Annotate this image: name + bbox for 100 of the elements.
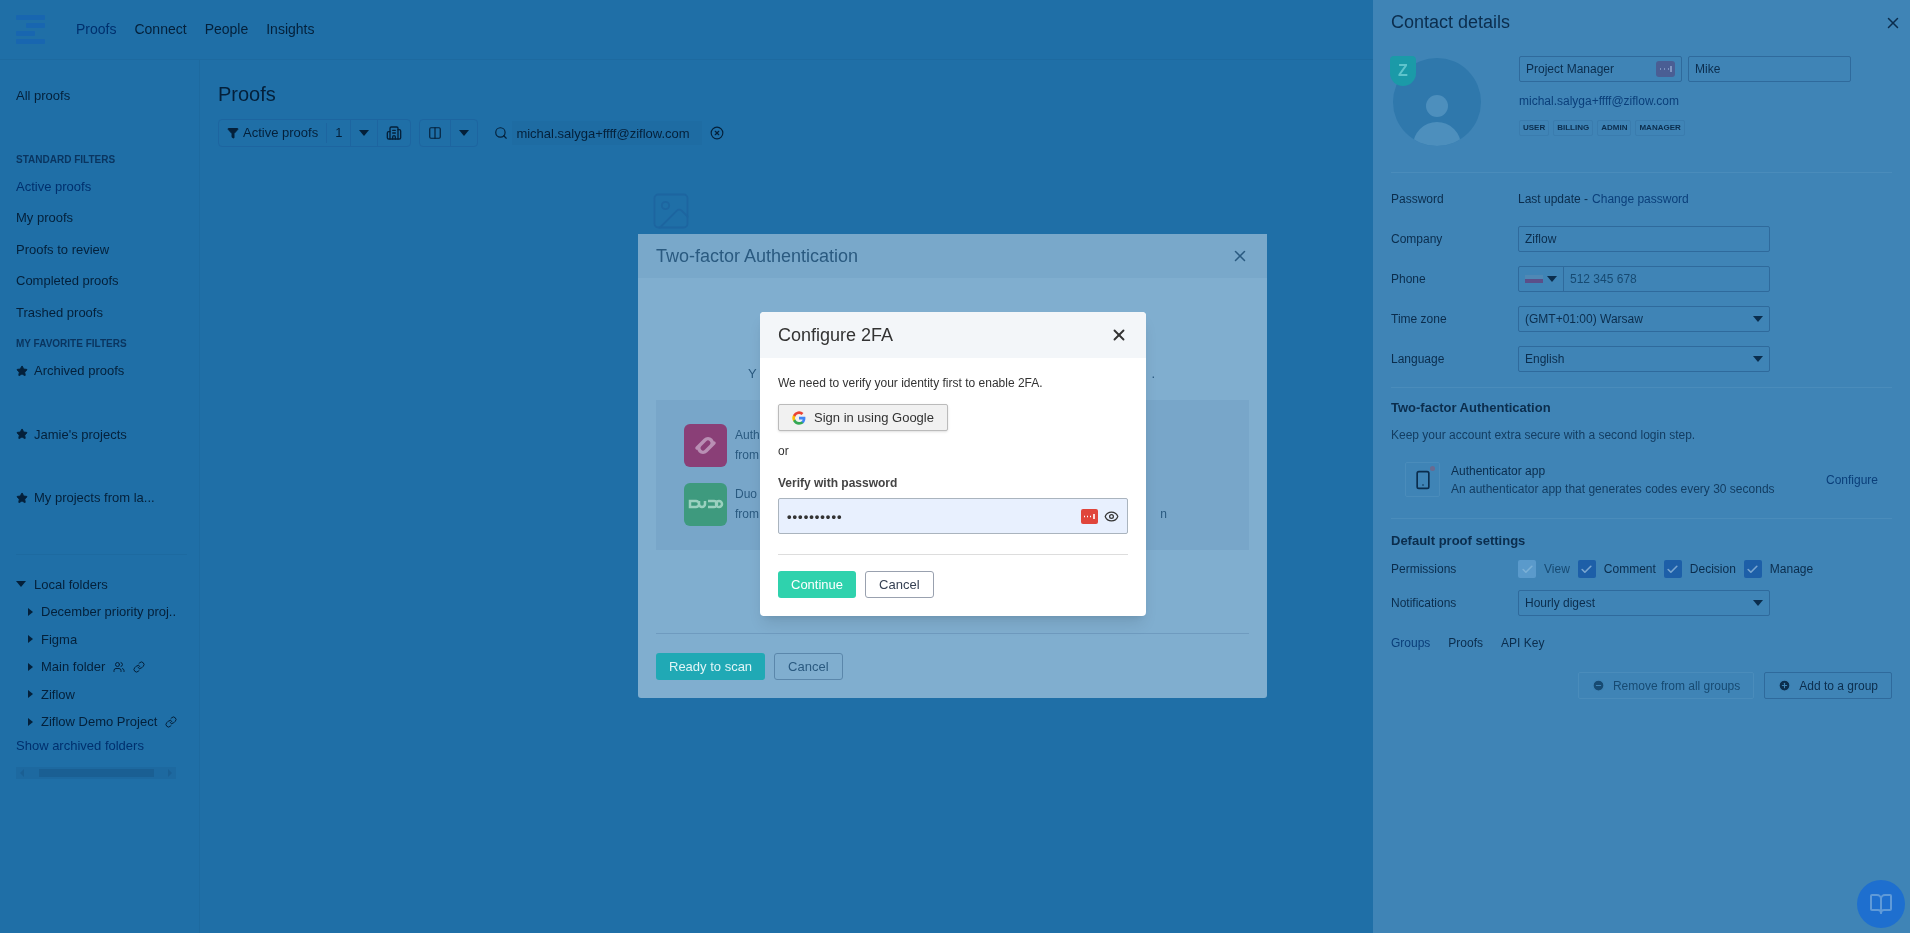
minus-icon xyxy=(1591,679,1605,692)
select-field[interactable]: English xyxy=(1518,346,1770,372)
panel-title: Contact details xyxy=(1391,11,1511,34)
role-tag: BILLING xyxy=(1553,120,1594,136)
clear-icon[interactable] xyxy=(710,126,725,140)
method-text: n xyxy=(1160,506,1167,523)
folder-link[interactable]: Figma xyxy=(41,629,78,649)
sidebar-link[interactable]: Proofs to review xyxy=(16,233,110,265)
building-icon xyxy=(386,125,403,141)
cancel-button[interactable]: Cancel xyxy=(865,571,934,598)
sidebar-link[interactable]: Completed proofs xyxy=(16,265,119,297)
check-icon xyxy=(1580,562,1594,576)
configure-link[interactable]: Configure xyxy=(1825,470,1878,489)
panel-tab[interactable]: Proofs xyxy=(1448,634,1484,652)
folder-group[interactable]: Local folders xyxy=(34,574,108,594)
book-icon xyxy=(1869,892,1893,916)
password-input[interactable]: •••••••••• xyxy=(787,499,1075,533)
role-tag: ADMIN xyxy=(1597,120,1632,136)
password-manager-icon[interactable] xyxy=(1081,508,1098,524)
field-label: Language xyxy=(1391,351,1446,368)
field-label: Time zone xyxy=(1391,311,1448,328)
app-description: An authenticator app that generates codes every 30 seconds xyxy=(1451,480,1775,498)
name-field[interactable]: Mike xyxy=(1688,56,1851,82)
caret-icon xyxy=(1547,276,1557,282)
change-password-link[interactable]: Change password xyxy=(1592,190,1689,208)
columns-icon xyxy=(428,126,443,140)
caret-icon xyxy=(28,662,33,671)
star-icon xyxy=(16,364,28,377)
role-tag: MANAGER xyxy=(1635,120,1685,136)
check-icon xyxy=(1666,562,1680,576)
nav-link[interactable]: Connect xyxy=(134,19,187,40)
intro-text: Y xyxy=(748,365,757,383)
favorite-filter[interactable]: Archived proofs xyxy=(34,361,125,381)
permission-checkbox[interactable] xyxy=(1577,560,1596,578)
text-field[interactable]: Ziflow xyxy=(1518,226,1770,252)
separator-text: or xyxy=(778,443,789,460)
caret-icon xyxy=(28,607,33,616)
password-field[interactable]: •••••••••• xyxy=(778,498,1128,534)
role-tag: USER xyxy=(1519,120,1550,136)
star-icon xyxy=(16,491,28,504)
google-icon xyxy=(792,410,806,425)
method-title: Auth xyxy=(735,427,760,444)
section-description: Keep your account extra secure with a second login step. xyxy=(1391,426,1696,444)
select-field[interactable]: (GMT+01:00) Warsaw xyxy=(1518,306,1770,332)
flag-icon xyxy=(1525,275,1543,283)
nav-link[interactable]: People xyxy=(204,19,249,40)
panel-tab[interactable]: API Key xyxy=(1501,634,1545,652)
permission-label: Decision xyxy=(1689,561,1736,578)
caret-icon xyxy=(28,717,33,726)
phone-placeholder: 512 345 678 xyxy=(1569,271,1638,288)
google-sign-in-button[interactable]: Sign in using Google xyxy=(778,404,948,431)
sidebar-link[interactable]: Trashed proofs xyxy=(16,296,103,328)
primary-button[interactable]: Continue xyxy=(778,571,857,598)
select-field[interactable]: Hourly digest xyxy=(1518,590,1770,616)
password-label: Verify with password xyxy=(778,475,898,492)
help-button[interactable] xyxy=(1857,880,1905,928)
filter-icon xyxy=(227,127,239,139)
show-archived-link[interactable]: Show archived folders xyxy=(16,735,144,755)
sidebar-link[interactable]: Active proofs xyxy=(16,170,92,202)
role-field[interactable]: Project Manager xyxy=(1519,56,1682,82)
page-title: Proofs xyxy=(218,82,276,107)
app-title: Authenticator app xyxy=(1451,462,1547,480)
search-field[interactable]: michal.salyga+ffff@ziflow.com xyxy=(512,121,703,145)
phone-field[interactable]: 512 345 678 xyxy=(1518,266,1770,292)
caret-icon xyxy=(359,130,370,136)
field-label: Phone xyxy=(1391,271,1427,288)
caret-icon xyxy=(1753,600,1763,606)
method-title: Duo xyxy=(735,486,758,503)
favorite-filter[interactable]: My projects from la... xyxy=(34,488,155,508)
nav-link[interactable]: Insights xyxy=(266,19,315,40)
check-icon xyxy=(1746,562,1760,576)
show-password-icon[interactable] xyxy=(1104,508,1119,524)
permission-label: View xyxy=(1544,561,1570,578)
nav-link[interactable]: Proofs xyxy=(76,19,117,40)
caret-icon xyxy=(28,690,33,699)
permission-label: Manage xyxy=(1769,561,1814,578)
folder-link[interactable]: Ziflow xyxy=(41,684,75,704)
folder-link[interactable]: Main folder xyxy=(41,657,106,677)
star-icon xyxy=(16,428,28,441)
sidebar-link[interactable]: My proofs xyxy=(16,202,74,234)
field-label: Permissions xyxy=(1391,561,1458,578)
sidebar-link[interactable]: All proofs xyxy=(16,80,71,112)
cancel-button[interactable]: Cancel xyxy=(774,653,843,680)
caret-icon xyxy=(1753,356,1763,362)
password-manager-icon[interactable] xyxy=(1656,61,1675,77)
primary-button[interactable]: Ready to scan xyxy=(656,653,766,680)
email-link[interactable]: michal.salyga+ffff@ziflow.com xyxy=(1519,92,1679,110)
folder-link[interactable]: December priority proj.. xyxy=(41,602,177,622)
caret-icon xyxy=(1753,316,1763,322)
favorite-filter[interactable]: Jamie's projects xyxy=(34,424,127,444)
add-group-button[interactable]: Add to a group xyxy=(1764,672,1892,699)
panel-tab[interactable]: Groups xyxy=(1391,634,1431,652)
dialog-title: Configure 2FA xyxy=(778,323,894,347)
section-title: Two-factor Authentication xyxy=(1391,399,1551,417)
app-logo-icon xyxy=(684,482,727,526)
folder-link[interactable]: Ziflow Demo Project xyxy=(41,712,158,732)
method-subtitle: from xyxy=(735,506,759,523)
shield-badge: Z xyxy=(1390,56,1416,86)
permission-checkbox[interactable] xyxy=(1743,560,1762,578)
permission-checkbox[interactable] xyxy=(1663,560,1682,578)
